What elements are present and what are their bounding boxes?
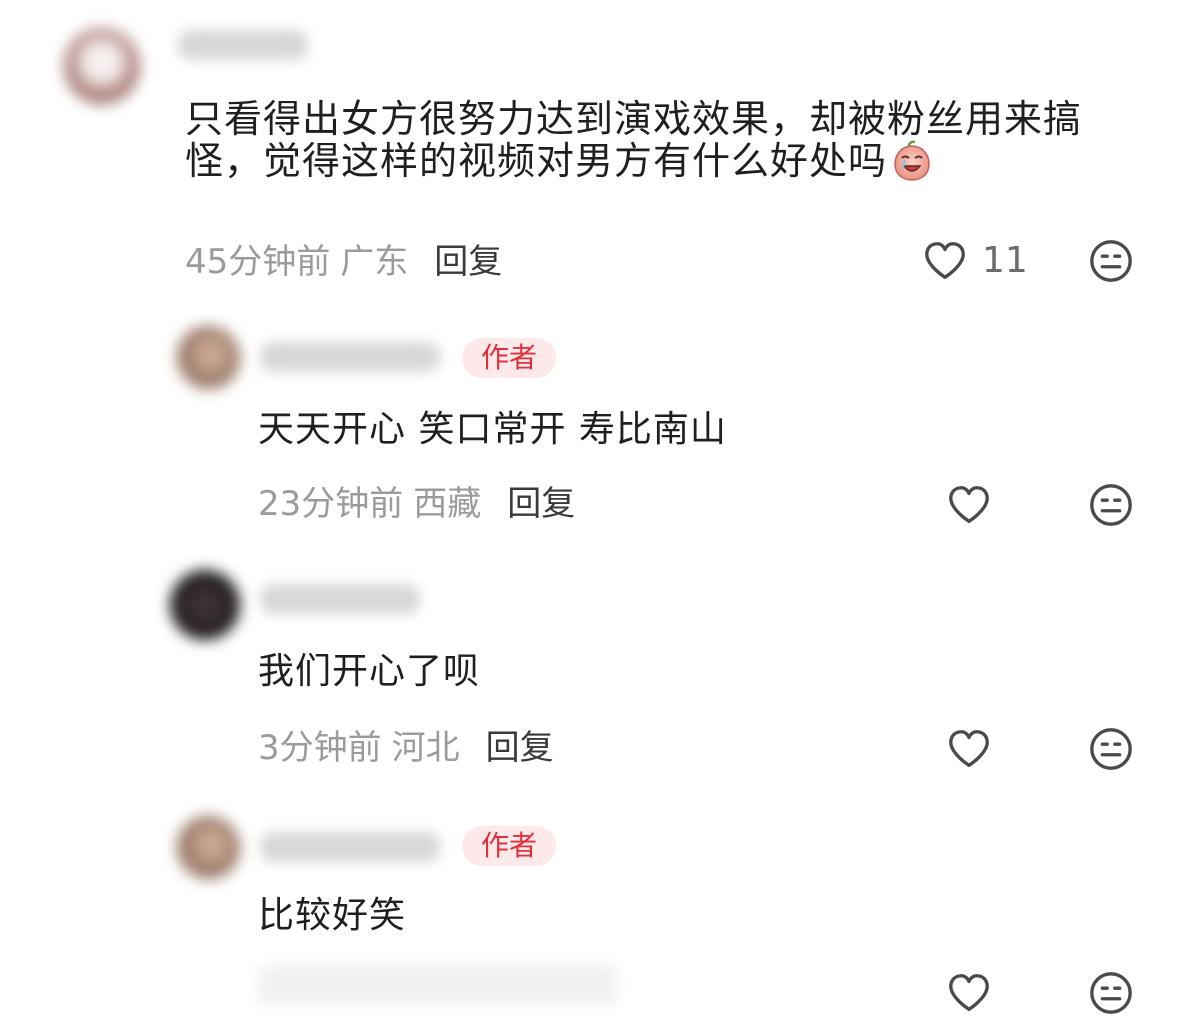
neutral-face-icon[interactable] xyxy=(1088,482,1134,528)
comment-meta: 3分钟前 河北 回复 xyxy=(258,728,554,768)
avatar[interactable] xyxy=(176,816,240,880)
comment-text-line: 怪，觉得这样的视频对男方有什么好处吗 xyxy=(185,140,1165,182)
comment-time: 23分钟前 xyxy=(258,484,404,524)
comment-time: 3分钟前 xyxy=(258,728,382,768)
heart-outline-icon[interactable] xyxy=(922,238,968,284)
avatar[interactable] xyxy=(170,570,240,640)
like-count: 11 xyxy=(982,240,1028,281)
username-blurred[interactable] xyxy=(260,584,420,614)
comment-text: 比较好笑 xyxy=(258,895,407,936)
comment-meta: 45分钟前 广东 回复 xyxy=(185,242,502,282)
reply-button[interactable]: 回复 xyxy=(507,484,575,524)
comment-time: 45分钟前 xyxy=(185,242,331,282)
comment-text-line: 只看得出女方很努力达到演戏效果，却被粉丝用来搞 xyxy=(185,97,1083,141)
crying-face-sticker-icon xyxy=(891,140,933,182)
neutral-face-icon[interactable] xyxy=(1088,238,1134,284)
username-blurred[interactable] xyxy=(178,30,308,60)
comment-text-line-content: 怪，觉得这样的视频对男方有什么好处吗 xyxy=(185,139,888,183)
comment-meta-blurred xyxy=(258,965,618,1005)
heart-outline-icon[interactable] xyxy=(946,726,992,772)
reply-button[interactable]: 回复 xyxy=(486,728,554,768)
avatar[interactable] xyxy=(64,28,140,104)
neutral-face-icon[interactable] xyxy=(1088,970,1134,1016)
heart-outline-icon[interactable] xyxy=(946,970,992,1016)
username-blurred[interactable] xyxy=(260,342,440,372)
comment-text: 只看得出女方很努力达到演戏效果，却被粉丝用来搞 怪，觉得这样的视频对男方有什么好… xyxy=(185,98,1165,182)
reply-button[interactable]: 回复 xyxy=(434,242,502,282)
comment-meta: 23分钟前 西藏 回复 xyxy=(258,484,575,524)
heart-outline-icon[interactable] xyxy=(946,482,992,528)
author-badge: 作者 xyxy=(462,826,556,866)
comment-text: 天天开心 笑口常开 寿比南山 xyxy=(258,409,727,450)
comment-region: 广东 xyxy=(340,242,409,282)
comment-text: 我们开心了呗 xyxy=(258,651,481,692)
comment-region: 河北 xyxy=(391,728,460,768)
avatar[interactable] xyxy=(176,326,240,390)
author-badge: 作者 xyxy=(462,338,556,378)
neutral-face-icon[interactable] xyxy=(1088,726,1134,772)
comment-region: 西藏 xyxy=(413,484,482,524)
username-blurred[interactable] xyxy=(260,832,440,862)
